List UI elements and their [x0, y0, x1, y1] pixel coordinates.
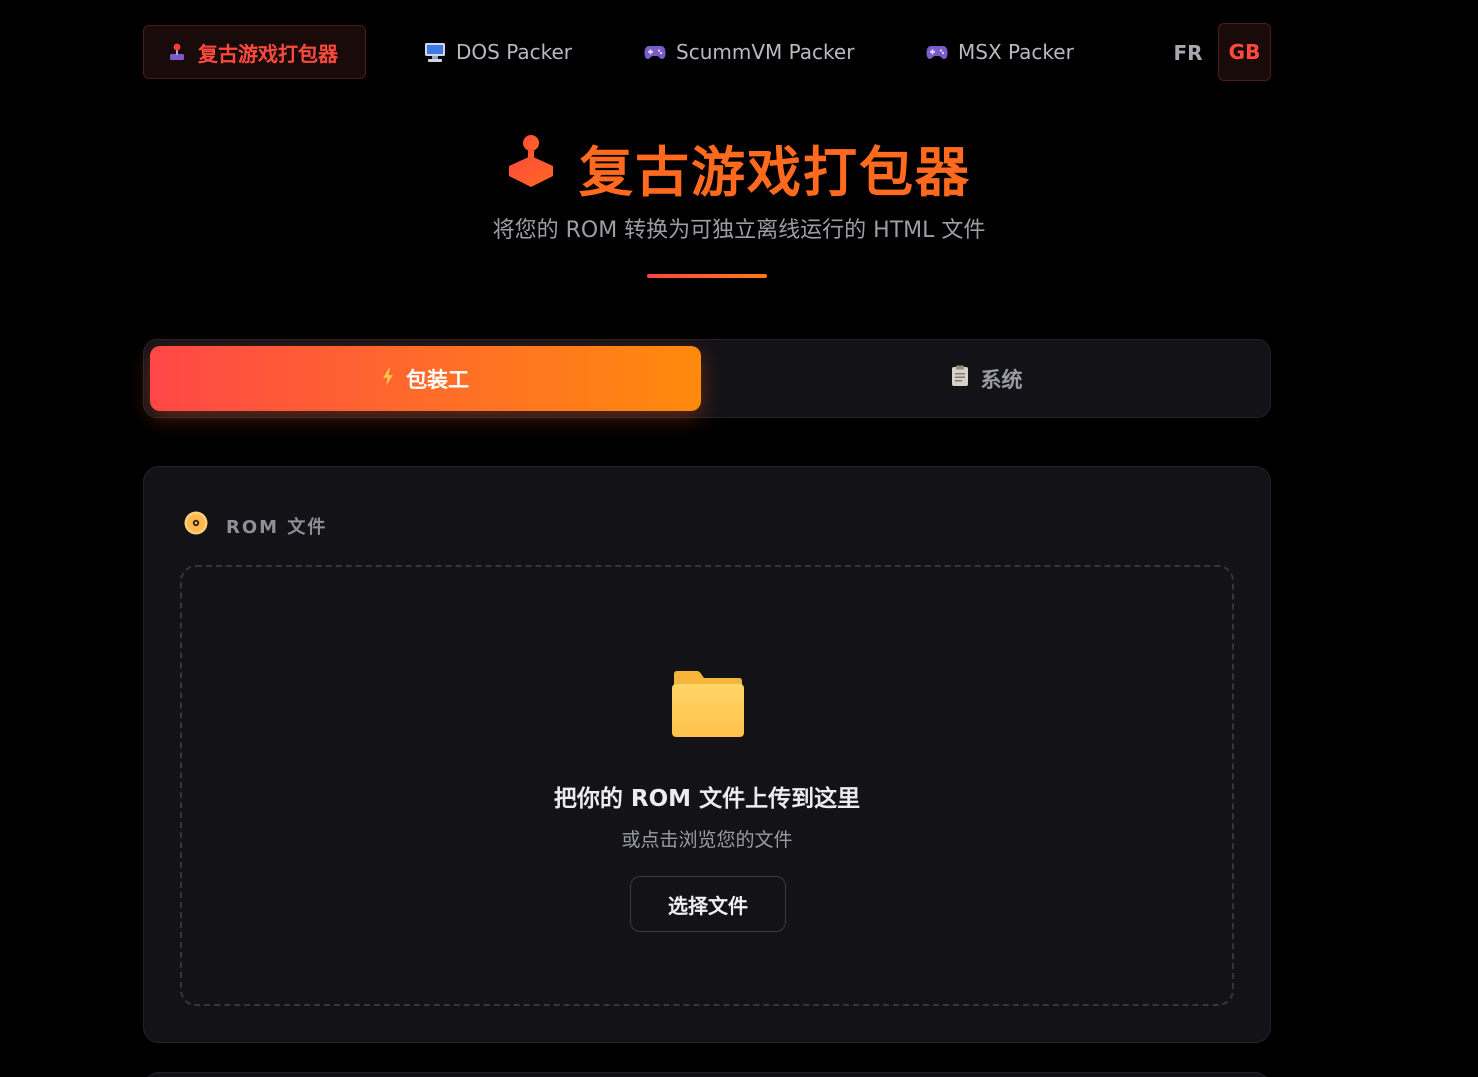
nav-item-label: 复古游戏打包器 [198, 41, 338, 66]
tab-system[interactable]: 系统 [707, 346, 1266, 411]
rom-dropzone[interactable]: 把你的 ROM 文件上传到这里 或点击浏览您的文件 选择文件 [180, 565, 1234, 1006]
gamepad-icon [644, 41, 666, 63]
rom-section-heading: ROM 文件 [184, 511, 327, 540]
folder-icon [671, 670, 745, 742]
choose-file-button[interactable]: 选择文件 [630, 876, 786, 932]
lightning-icon [382, 367, 394, 391]
language-fr-button[interactable]: FR [1168, 25, 1208, 81]
gamepad-icon [926, 41, 948, 63]
rom-section-label: ROM 文件 [226, 516, 328, 538]
page-title: 复古游戏打包器 [0, 128, 1478, 207]
tab-bar: 包装工 系统 [143, 339, 1271, 418]
page-title-text: 复古游戏打包器 [579, 141, 971, 204]
computer-icon [424, 41, 446, 63]
nav-item-scummvm-packer[interactable]: ScummVM Packer [644, 25, 854, 79]
nav-item-label: ScummVM Packer [676, 40, 855, 64]
tab-label: 系统 [980, 367, 1023, 392]
nav-item-msx-packer[interactable]: MSX Packer [926, 25, 1074, 79]
nav-item-label: MSX Packer [958, 40, 1074, 64]
joystick-icon [166, 41, 188, 63]
rom-file-card: ROM 文件 把你的 ROM 文件上传到这里 或点击浏览您的文件 选择文件 [143, 466, 1271, 1043]
nav-item-label: DOS Packer [456, 40, 573, 64]
nav-item-retro-packer[interactable]: 复古游戏打包器 [143, 25, 366, 79]
joystick-logo-icon [507, 134, 555, 201]
disc-icon [184, 511, 208, 540]
clipboard-icon [951, 365, 969, 392]
tab-label: 包装工 [406, 367, 469, 392]
page-subtitle: 将您的 ROM 转换为可独立离线运行的 HTML 文件 [492, 218, 986, 243]
page: 复古游戏打包器 DOS Packer ScummVM Packer MSX Pa… [0, 0, 1478, 1077]
tab-packer[interactable]: 包装工 [150, 346, 701, 411]
next-card [143, 1072, 1271, 1077]
dropzone-subtitle: 或点击浏览您的文件 [621, 829, 793, 851]
header-divider [647, 274, 767, 278]
language-gb-button[interactable]: GB [1218, 23, 1271, 81]
nav-item-dos-packer[interactable]: DOS Packer [424, 25, 572, 79]
dropzone-title: 把你的 ROM 文件上传到这里 [553, 786, 861, 812]
